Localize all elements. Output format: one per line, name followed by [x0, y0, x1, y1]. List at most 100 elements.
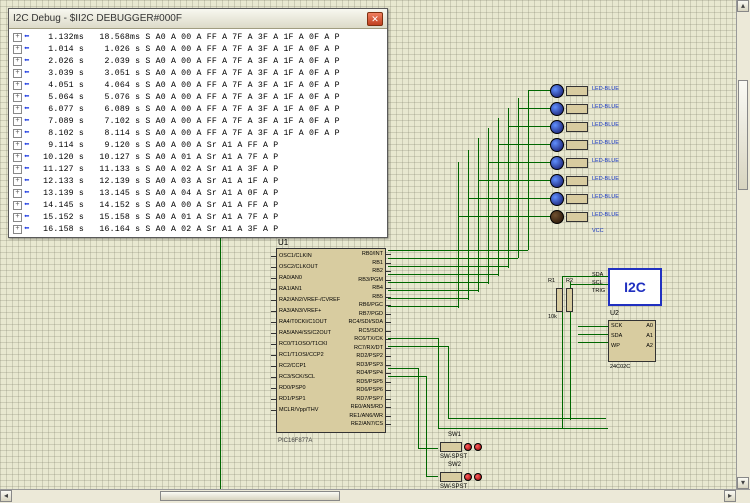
debug-log-row[interactable]: +⬅ 1.132ms 18.568ms S A0 A 00 A FF A 7F …	[13, 31, 383, 43]
expand-icon[interactable]: +	[13, 93, 22, 102]
resistor-r2[interactable]	[566, 288, 573, 312]
scroll-down-button[interactable]: ▾	[737, 477, 749, 489]
expand-icon[interactable]: +	[13, 201, 22, 210]
debug-log-row[interactable]: +⬅ 1.014 s 1.026 s S A0 A 00 A FF A 7F A…	[13, 43, 383, 55]
expand-icon[interactable]: +	[13, 69, 22, 78]
u1-pin-right: RB5	[372, 294, 383, 300]
expand-icon[interactable]: +	[13, 105, 22, 114]
expand-icon[interactable]: +	[13, 213, 22, 222]
led-label: LED-BLUE	[592, 122, 619, 128]
arrow-icon: ⬅	[24, 177, 36, 186]
expand-icon[interactable]: +	[13, 57, 22, 66]
debug-row-text: 16.158 s 16.164 s S A0 A 02 A Sr A1 A 3F…	[38, 225, 278, 234]
debug-row-text: 9.114 s 9.120 s S A0 A 00 A Sr A1 A FF A…	[38, 141, 278, 150]
u1-pin-left: RA3/AN3/VREF+	[279, 308, 321, 314]
debug-titlebar[interactable]: I2C Debug - $II2C DEBUGGER#000F ✕	[9, 9, 387, 29]
led-d4	[550, 138, 564, 152]
led-label: LED-BLUE	[592, 194, 619, 200]
led-label: LED-BLUE	[592, 176, 619, 182]
arrow-icon: ⬅	[24, 45, 36, 54]
debug-title: I2C Debug - $II2C DEBUGGER#000F	[13, 13, 182, 24]
scroll-thumb-h[interactable]	[160, 491, 340, 501]
arrow-icon: ⬅	[24, 33, 36, 42]
expand-icon[interactable]: +	[13, 81, 22, 90]
scroll-thumb-v[interactable]	[738, 80, 748, 190]
led-label: LED-BLUE	[592, 158, 619, 164]
expand-icon[interactable]: +	[13, 129, 22, 138]
debug-log-row[interactable]: +⬅ 6.077 s 6.089 s S A0 A 00 A FF A 7F A…	[13, 103, 383, 115]
i2c-debug-window[interactable]: I2C Debug - $II2C DEBUGGER#000F ✕ +⬅ 1.1…	[8, 8, 388, 238]
vcc-label: VCC	[592, 228, 604, 234]
resistor-r1[interactable]	[556, 288, 563, 312]
u1-pin-left: RC3/SCK/SCL	[279, 374, 315, 380]
debug-log-row[interactable]: +⬅ 11.127 s 11.133 s S A0 A 02 A Sr A1 A…	[13, 163, 383, 175]
debug-log-row[interactable]: +⬅ 12.133 s 12.139 s S A0 A 03 A Sr A1 A…	[13, 175, 383, 187]
u1-pin-left: RD1/PSP1	[279, 396, 306, 402]
arrow-icon: ⬅	[24, 93, 36, 102]
expand-icon[interactable]: +	[13, 45, 22, 54]
debug-log-row[interactable]: +⬅ 5.064 s 5.076 s S A0 A 00 A FF A 7F A…	[13, 91, 383, 103]
expand-icon[interactable]: +	[13, 165, 22, 174]
i2c-label: I2C	[624, 279, 646, 295]
u2-ref: U2	[610, 310, 619, 317]
debug-log-row[interactable]: +⬅ 2.026 s 2.039 s S A0 A 00 A FF A 7F A…	[13, 55, 383, 67]
expand-icon[interactable]: +	[13, 141, 22, 150]
u2-eeprom[interactable]: SCK SDA WP A0 A1 A2	[608, 320, 656, 362]
u1-pin-left: OSC1/CLKIN	[279, 253, 312, 259]
u1-pin-left: RD0/PSP0	[279, 385, 306, 391]
u1-pin-left: RA5/AN4/SS/C2OUT	[279, 330, 331, 336]
u1-pin-left: RA0/AN0	[279, 275, 302, 281]
u1-pin-right: RC6/TX/CK	[354, 336, 383, 342]
expand-icon[interactable]: +	[13, 153, 22, 162]
expand-icon[interactable]: +	[13, 117, 22, 126]
debug-log-row[interactable]: +⬅ 10.120 s 10.127 s S A0 A 01 A Sr A1 A…	[13, 151, 383, 163]
debug-log-row[interactable]: +⬅ 15.152 s 15.158 s S A0 A 01 A Sr A1 A…	[13, 211, 383, 223]
debug-log-row[interactable]: +⬅ 7.089 s 7.102 s S A0 A 00 A FF A 7F A…	[13, 115, 383, 127]
i2c-debugger-block[interactable]: I2C	[608, 268, 662, 306]
expand-icon[interactable]: +	[13, 225, 22, 234]
u1-pin-right: RE0/AN5/RD	[351, 404, 383, 410]
u1-microcontroller[interactable]: OSC1/CLKINOSC2/CLKOUTRA0/AN0RA1/AN1RA2/A…	[276, 248, 386, 433]
debug-log-row[interactable]: +⬅ 16.158 s 16.164 s S A0 A 02 A Sr A1 A…	[13, 223, 383, 235]
debug-log-row[interactable]: +⬅ 9.114 s 9.120 s S A0 A 00 A Sr A1 A F…	[13, 139, 383, 151]
debug-log-row[interactable]: +⬅ 8.102 s 8.114 s S A0 A 00 A FF A 7F A…	[13, 127, 383, 139]
u1-pin-right: RD6/PSP6	[356, 387, 383, 393]
arrow-icon: ⬅	[24, 213, 36, 222]
expand-icon[interactable]: +	[13, 189, 22, 198]
horizontal-scrollbar[interactable]: ◂ ▸	[0, 489, 750, 503]
u1-pin-left: RA2/AN2/VREF-/CVREF	[279, 297, 340, 303]
debug-log-row[interactable]: +⬅ 13.139 s 13.145 s S A0 A 04 A Sr A1 A…	[13, 187, 383, 199]
expand-icon[interactable]: +	[13, 33, 22, 42]
debug-log-row[interactable]: +⬅ 3.039 s 3.051 s S A0 A 00 A FF A 7F A…	[13, 67, 383, 79]
switch-sw2[interactable]	[440, 472, 462, 482]
r2-ref: R2	[566, 278, 573, 284]
close-button[interactable]: ✕	[367, 12, 383, 26]
arrow-icon: ⬅	[24, 201, 36, 210]
sw2-button-2[interactable]	[474, 473, 482, 481]
u1-pin-left: OSC2/CLKOUT	[279, 264, 318, 270]
switch-sw1[interactable]	[440, 442, 462, 452]
vertical-scrollbar[interactable]: ▴ ▾	[736, 0, 750, 489]
debug-row-text: 2.026 s 2.039 s S A0 A 00 A FF A 7F A 3F…	[38, 57, 340, 66]
scroll-up-button[interactable]: ▴	[737, 0, 749, 12]
scroll-right-button[interactable]: ▸	[724, 490, 736, 502]
debug-row-text: 14.145 s 14.152 s S A0 A 00 A Sr A1 A FF…	[38, 201, 278, 210]
debug-log-row[interactable]: +⬅ 4.051 s 4.064 s S A0 A 00 A FF A 7F A…	[13, 79, 383, 91]
debug-log-body[interactable]: +⬅ 1.132ms 18.568ms S A0 A 00 A FF A 7F …	[9, 29, 387, 237]
scroll-left-button[interactable]: ◂	[0, 490, 12, 502]
r1-val: 10k	[548, 314, 557, 320]
sw1-button[interactable]	[464, 443, 472, 451]
u1-pin-left: RA4/T0CKI/C1OUT	[279, 319, 327, 325]
u1-pin-left: RC1/T1OSI/CCP2	[279, 352, 324, 358]
debug-log-row[interactable]: +⬅ 14.145 s 14.152 s S A0 A 00 A Sr A1 A…	[13, 199, 383, 211]
expand-icon[interactable]: +	[13, 177, 22, 186]
led-d1	[550, 84, 564, 98]
led-d2	[550, 102, 564, 116]
debug-row-text: 7.089 s 7.102 s S A0 A 00 A FF A 7F A 3F…	[38, 117, 340, 126]
sw2-button[interactable]	[464, 473, 472, 481]
sw1-button-2[interactable]	[474, 443, 482, 451]
debug-row-text: 6.077 s 6.089 s S A0 A 00 A FF A 7F A 3F…	[38, 105, 340, 114]
i2c-pin-trig: TRIG	[592, 288, 605, 294]
debug-row-text: 1.132ms 18.568ms S A0 A 00 A FF A 7F A 3…	[38, 33, 340, 42]
u1-pin-right: RC4/SDI/SDA	[348, 319, 383, 325]
